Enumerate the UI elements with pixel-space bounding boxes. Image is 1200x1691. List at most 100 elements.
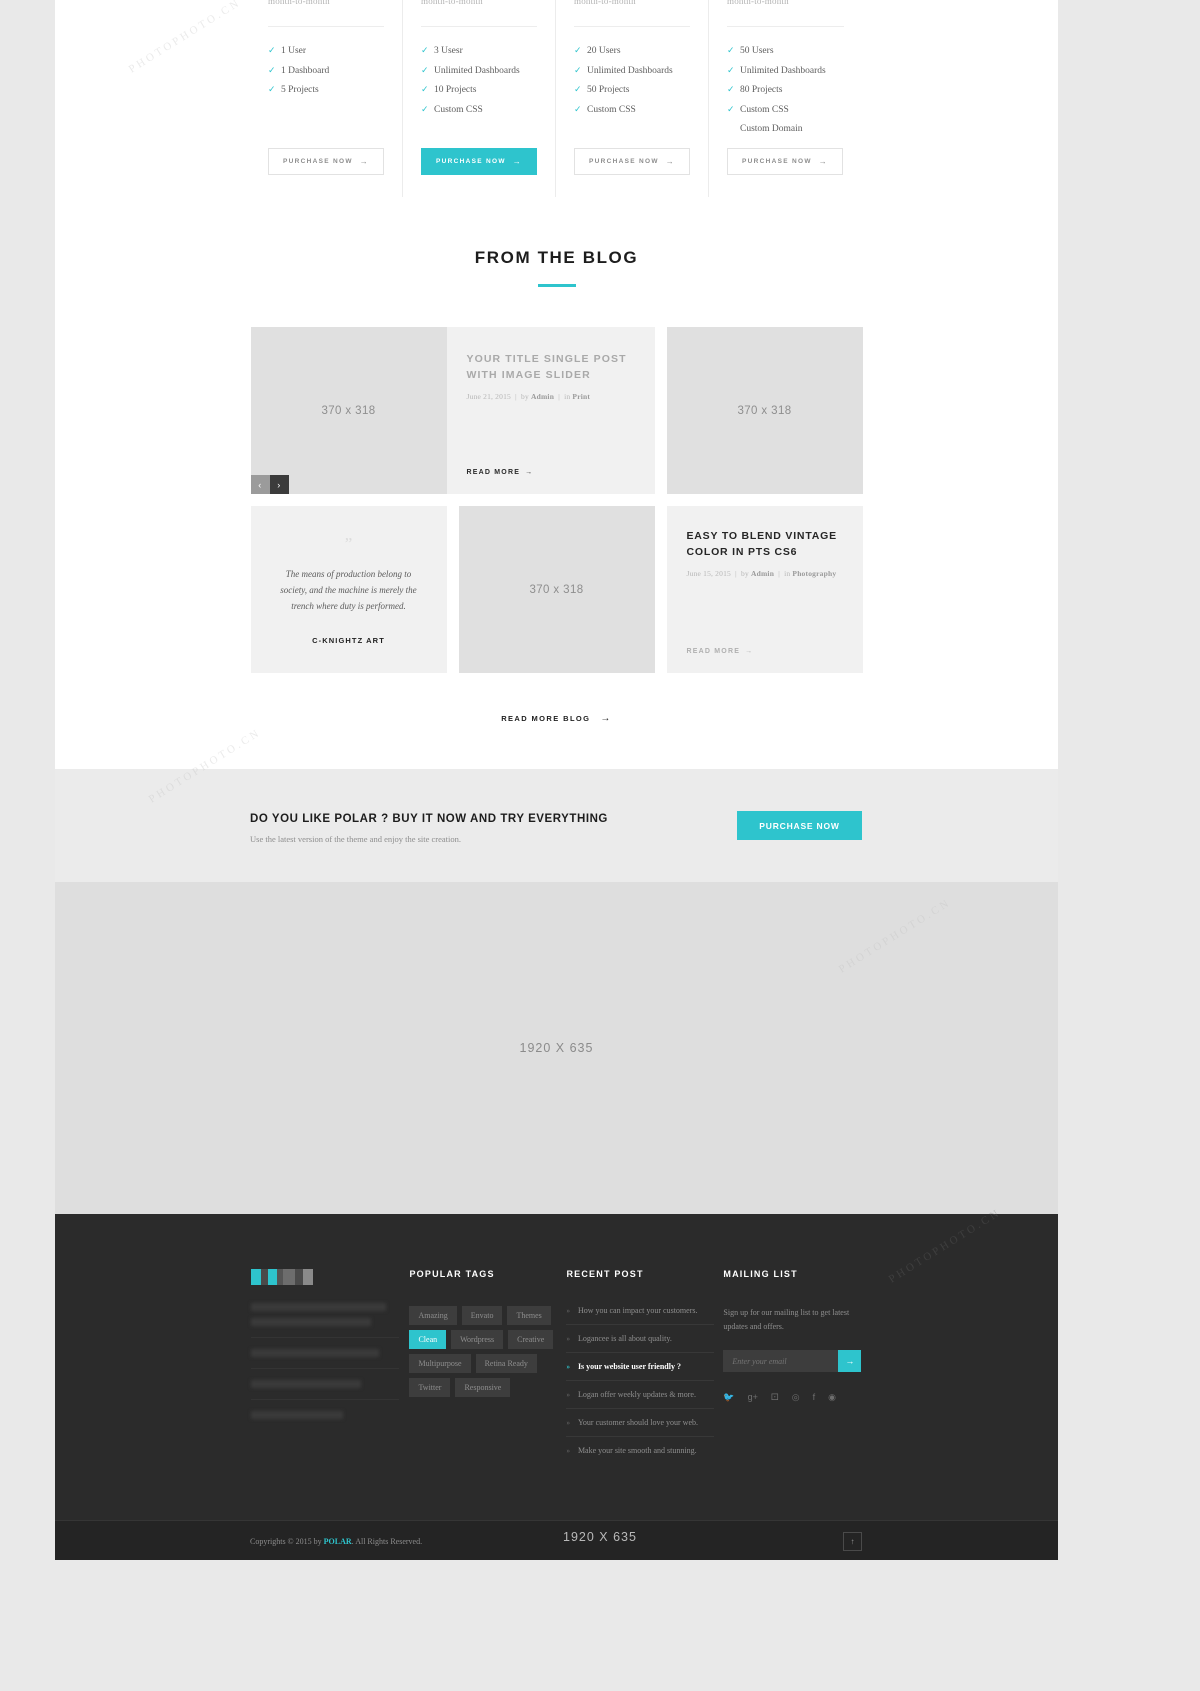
section-title: FROM THE BLOG	[474, 248, 639, 267]
arrow-right-icon: →	[525, 469, 534, 476]
post-date: June 15, 2015	[686, 569, 731, 578]
tag-item[interactable]: Creative	[508, 1330, 554, 1349]
blog-section: FROM THE BLOG 370 x 318 ‹ › YOUR TITLE S…	[55, 200, 1058, 769]
mailing-description: Sign up for our mailing list to get late…	[723, 1308, 850, 1331]
blog-post-2: EASY TO BLEND VINTAGE COLOR IN PTS CS6 J…	[666, 506, 863, 673]
mail-submit-button[interactable]: →	[838, 1350, 862, 1372]
read-more-link[interactable]: READ MORE →	[687, 648, 754, 655]
blog-post-1: YOUR TITLE SINGLE POST WITH IMAGE SLIDER…	[446, 327, 655, 494]
pricing-column-2: month-to-month ✓ 3 Usesr ✓ Unlimited Dashb…	[403, 0, 556, 197]
post-meta: June 15, 2015 | by Admin | in Photograph…	[686, 569, 837, 578]
tag-item[interactable]: Multipurpose	[409, 1354, 471, 1373]
recent-post-item[interactable]: » Logan offer weekly updates & more.	[566, 1390, 715, 1409]
purchase-label: PURCHASE NOW	[589, 158, 659, 165]
cta-inner: DO YOU LIKE POLAR ? BUY IT NOW AND TRY E…	[250, 769, 862, 882]
placeholder-label: 370 x 318	[529, 583, 584, 596]
pricing-column-3: month-to-month ✓ 20 Users ✓ Unlimited Dash…	[556, 0, 709, 197]
tag-item[interactable]: Envato	[461, 1306, 503, 1325]
check-icon: ✓	[574, 103, 582, 114]
twitter-icon[interactable]: 🐦	[723, 1392, 734, 1403]
post-author[interactable]: Admin	[531, 392, 554, 401]
tag-item[interactable]: Themes	[507, 1306, 551, 1325]
placeholder-label: 370 x 318	[737, 404, 792, 417]
chevron-right-icon: »	[566, 1447, 570, 1455]
cta-section: DO YOU LIKE POLAR ? BUY IT NOW AND TRY E…	[55, 769, 1058, 882]
tag-item[interactable]: Wordpress	[451, 1330, 504, 1349]
check-icon: ✓	[727, 119, 740, 138]
slider-next-button[interactable]: ›	[269, 475, 289, 494]
post-category[interactable]: Photography	[792, 569, 836, 578]
recent-post-item-active[interactable]: » Is your website user friendly ?	[566, 1362, 715, 1381]
cta-purchase-button[interactable]: PURCHASE NOW	[737, 811, 862, 840]
feature-item: ✓Custom Domain	[727, 119, 844, 139]
post-title[interactable]: YOUR TITLE SINGLE POST WITH IMAGE SLIDER	[467, 351, 637, 383]
check-icon: ✓	[421, 84, 429, 95]
purchase-wrap: PURCHASE NOW →	[727, 148, 844, 175]
mailing-heading: MAILING LIST	[723, 1269, 798, 1279]
recent-post-item[interactable]: » How you can impact your customers.	[566, 1306, 715, 1325]
by-label: by	[521, 392, 529, 401]
divider	[727, 26, 844, 27]
pricing-period: month-to-month	[727, 0, 789, 6]
hero-placeholder: 1920 X 635	[55, 882, 1058, 1214]
recent-post-item[interactable]: » Your customer should love your web.	[566, 1418, 715, 1437]
arrow-right-icon: →	[359, 157, 370, 166]
check-icon: ✓	[268, 64, 276, 75]
post-category[interactable]: Print	[572, 392, 590, 401]
facebook-icon[interactable]: f	[813, 1392, 816, 1403]
feature-item: ✓ 3 Usesr	[421, 41, 537, 61]
tag-item[interactable]: Amazing	[409, 1306, 457, 1325]
arrow-right-icon: →	[600, 713, 612, 724]
quote-text: The means of production belong to societ…	[280, 568, 417, 611]
tag-item[interactable]: Retina Ready	[475, 1354, 537, 1373]
tag-item[interactable]: Responsive	[455, 1378, 511, 1397]
page-container: month-to-month ✓ 1 User ✓ 1 Dashboard ✓ 5 P…	[55, 0, 1058, 1560]
post-date: June 21, 2015	[466, 392, 511, 401]
dribbble-icon[interactable]: ◉	[828, 1392, 836, 1403]
google-plus-icon[interactable]: g+	[748, 1392, 758, 1403]
read-more-blog-label: READ MORE BLOG	[501, 714, 591, 723]
tags-heading: POPULAR TAGS	[409, 1269, 495, 1279]
mailing-form: →	[723, 1350, 862, 1372]
chevron-right-icon: »	[566, 1419, 570, 1427]
blog-featured-row: 370 x 318 ‹ › YOUR TITLE SINGLE POST WIT…	[250, 327, 655, 494]
check-icon: ✓	[574, 45, 582, 55]
feature-item: ✓ 50 Projects	[574, 80, 690, 100]
feature-item: ✓ 80 Projects	[727, 80, 844, 100]
purchase-wrap: PURCHASE NOW →	[268, 148, 385, 175]
purchase-now-button[interactable]: PURCHASE NOW →	[574, 148, 691, 175]
placeholder-label: 370 x 318	[321, 404, 376, 417]
tag-item-active[interactable]: Clean	[409, 1330, 447, 1349]
tag-item[interactable]: Twitter	[409, 1378, 451, 1397]
check-icon: ✓	[268, 45, 276, 55]
feature-item: ✓ Custom CSS	[421, 100, 537, 120]
purchase-wrap: PURCHASE NOW →	[421, 148, 538, 175]
recent-post-item[interactable]: » Make your site smooth and stunning.	[566, 1446, 714, 1464]
rss-icon[interactable]: ◎	[792, 1392, 800, 1403]
read-more-link[interactable]: READ MORE →	[467, 469, 534, 476]
footer-columns: POPULAR TAGS Amazing Envato Themes Clean…	[250, 1269, 863, 1473]
recent-post-list: » How you can impact your customers. » Log…	[566, 1306, 715, 1464]
check-icon: ✓	[727, 103, 735, 114]
post-title[interactable]: EASY TO BLEND VINTAGE COLOR IN PTS CS6	[687, 528, 845, 560]
cta-title: DO YOU LIKE POLAR ? BUY IT NOW AND TRY E…	[250, 813, 608, 825]
divider	[574, 26, 690, 27]
blog-quote-card: ” The means of production belong to soci…	[250, 506, 447, 673]
arrow-right-icon: →	[665, 157, 676, 166]
feature-item: ✓ 1 Dashboard	[268, 61, 384, 81]
pinterest-icon[interactable]: ⚀	[771, 1392, 779, 1403]
check-icon: ✓	[421, 103, 429, 114]
blog-right-placeholder: 370 x 318	[666, 327, 863, 494]
footer-about-text	[250, 1303, 410, 1419]
arrow-right-icon: →	[745, 648, 754, 655]
recent-post-item[interactable]: » Logancee is all about quality.	[566, 1334, 715, 1353]
email-input[interactable]	[723, 1350, 839, 1372]
read-more-label: READ MORE	[466, 469, 521, 476]
purchase-now-button[interactable]: PURCHASE NOW →	[268, 148, 385, 175]
purchase-now-button[interactable]: PURCHASE NOW →	[421, 148, 538, 175]
purchase-now-button[interactable]: PURCHASE NOW →	[727, 148, 844, 175]
pricing-period: month-to-month	[268, 0, 330, 6]
read-more-blog-button[interactable]: READ MORE BLOG →	[55, 713, 1058, 724]
post-author[interactable]: Admin	[751, 569, 774, 578]
slider-prev-button[interactable]: ‹	[250, 475, 270, 494]
